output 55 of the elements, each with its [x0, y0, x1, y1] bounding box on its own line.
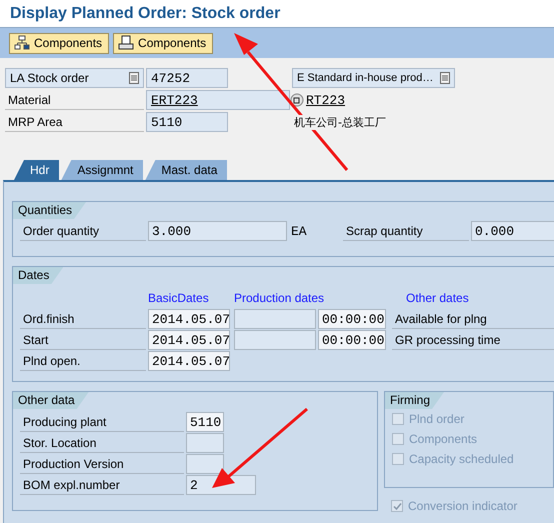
- date-field[interactable]: [234, 309, 316, 329]
- procurement-dropdown[interactable]: E Standard in-house prod…: [292, 68, 455, 88]
- field-label: Stor. Location: [20, 433, 184, 453]
- time-field[interactable]: 00:00:00: [318, 330, 386, 350]
- field-label: Plnd open.: [20, 351, 146, 371]
- description-text: 机车公司-总装工厂: [292, 114, 388, 130]
- order-number-field[interactable]: 47252: [146, 68, 228, 88]
- date-field[interactable]: [234, 330, 316, 350]
- value-field[interactable]: [186, 433, 224, 453]
- window-title: Display Planned Order: Stock order: [0, 0, 554, 28]
- field-label: Available for plng: [392, 309, 554, 329]
- field-label: GR processing time: [392, 330, 554, 350]
- column-heading: Other dates: [406, 291, 470, 305]
- list-icon[interactable]: [440, 72, 450, 84]
- date-field[interactable]: 2014.05.07: [148, 351, 230, 371]
- value-field[interactable]: 0.000: [471, 221, 554, 241]
- field-label: MRP Area: [5, 112, 144, 132]
- group-title: Dates: [13, 267, 64, 284]
- tab[interactable]: Assignmnt: [61, 160, 144, 180]
- checkbox-label: Capacity scheduled: [409, 452, 514, 466]
- field-label: Start: [20, 330, 146, 350]
- material-link[interactable]: RT223: [304, 92, 348, 108]
- time-field[interactable]: 00:00:00: [318, 309, 386, 329]
- field-label: Producing plant: [20, 412, 184, 432]
- field-label: Production Version: [20, 454, 184, 474]
- printer-icon: [118, 35, 134, 51]
- list-icon[interactable]: [129, 72, 139, 84]
- group-title: Firming: [385, 392, 444, 409]
- field-label: Ord.finish: [20, 309, 146, 329]
- field-label: Material: [5, 90, 144, 110]
- tab[interactable]: Mast. data: [145, 160, 228, 180]
- column-heading: Production dates: [234, 291, 326, 305]
- checkbox-label: Plnd order: [409, 412, 464, 426]
- value-field[interactable]: ERT223: [146, 90, 290, 110]
- field-label: Order quantity: [20, 221, 146, 241]
- order-type-dropdown[interactable]: LA Stock order: [5, 68, 144, 88]
- link-icon[interactable]: [290, 93, 304, 107]
- hierarchy-icon: [14, 35, 30, 51]
- components-button[interactable]: Components: [113, 32, 214, 54]
- value-field[interactable]: 5110: [186, 412, 224, 432]
- column-heading: BasicDates: [148, 291, 210, 305]
- components-button[interactable]: Components: [9, 32, 110, 54]
- date-field[interactable]: 2014.05.07: [148, 330, 230, 350]
- checkbox-label: Conversion indicator: [408, 499, 518, 513]
- group-title: Other data: [13, 392, 89, 409]
- date-field[interactable]: 2014.05.07: [148, 309, 230, 329]
- field-label: BOM expl.number: [20, 475, 184, 495]
- value-field[interactable]: 5110: [146, 112, 228, 132]
- value-field[interactable]: 3.000: [148, 221, 287, 241]
- field-label: Scrap quantity: [343, 221, 469, 241]
- checkbox-label: Components: [409, 432, 478, 446]
- value-field[interactable]: [186, 454, 224, 474]
- unit-text: EA: [291, 224, 308, 238]
- group-title: Quantities: [13, 202, 86, 219]
- tab[interactable]: Hdr: [14, 160, 60, 180]
